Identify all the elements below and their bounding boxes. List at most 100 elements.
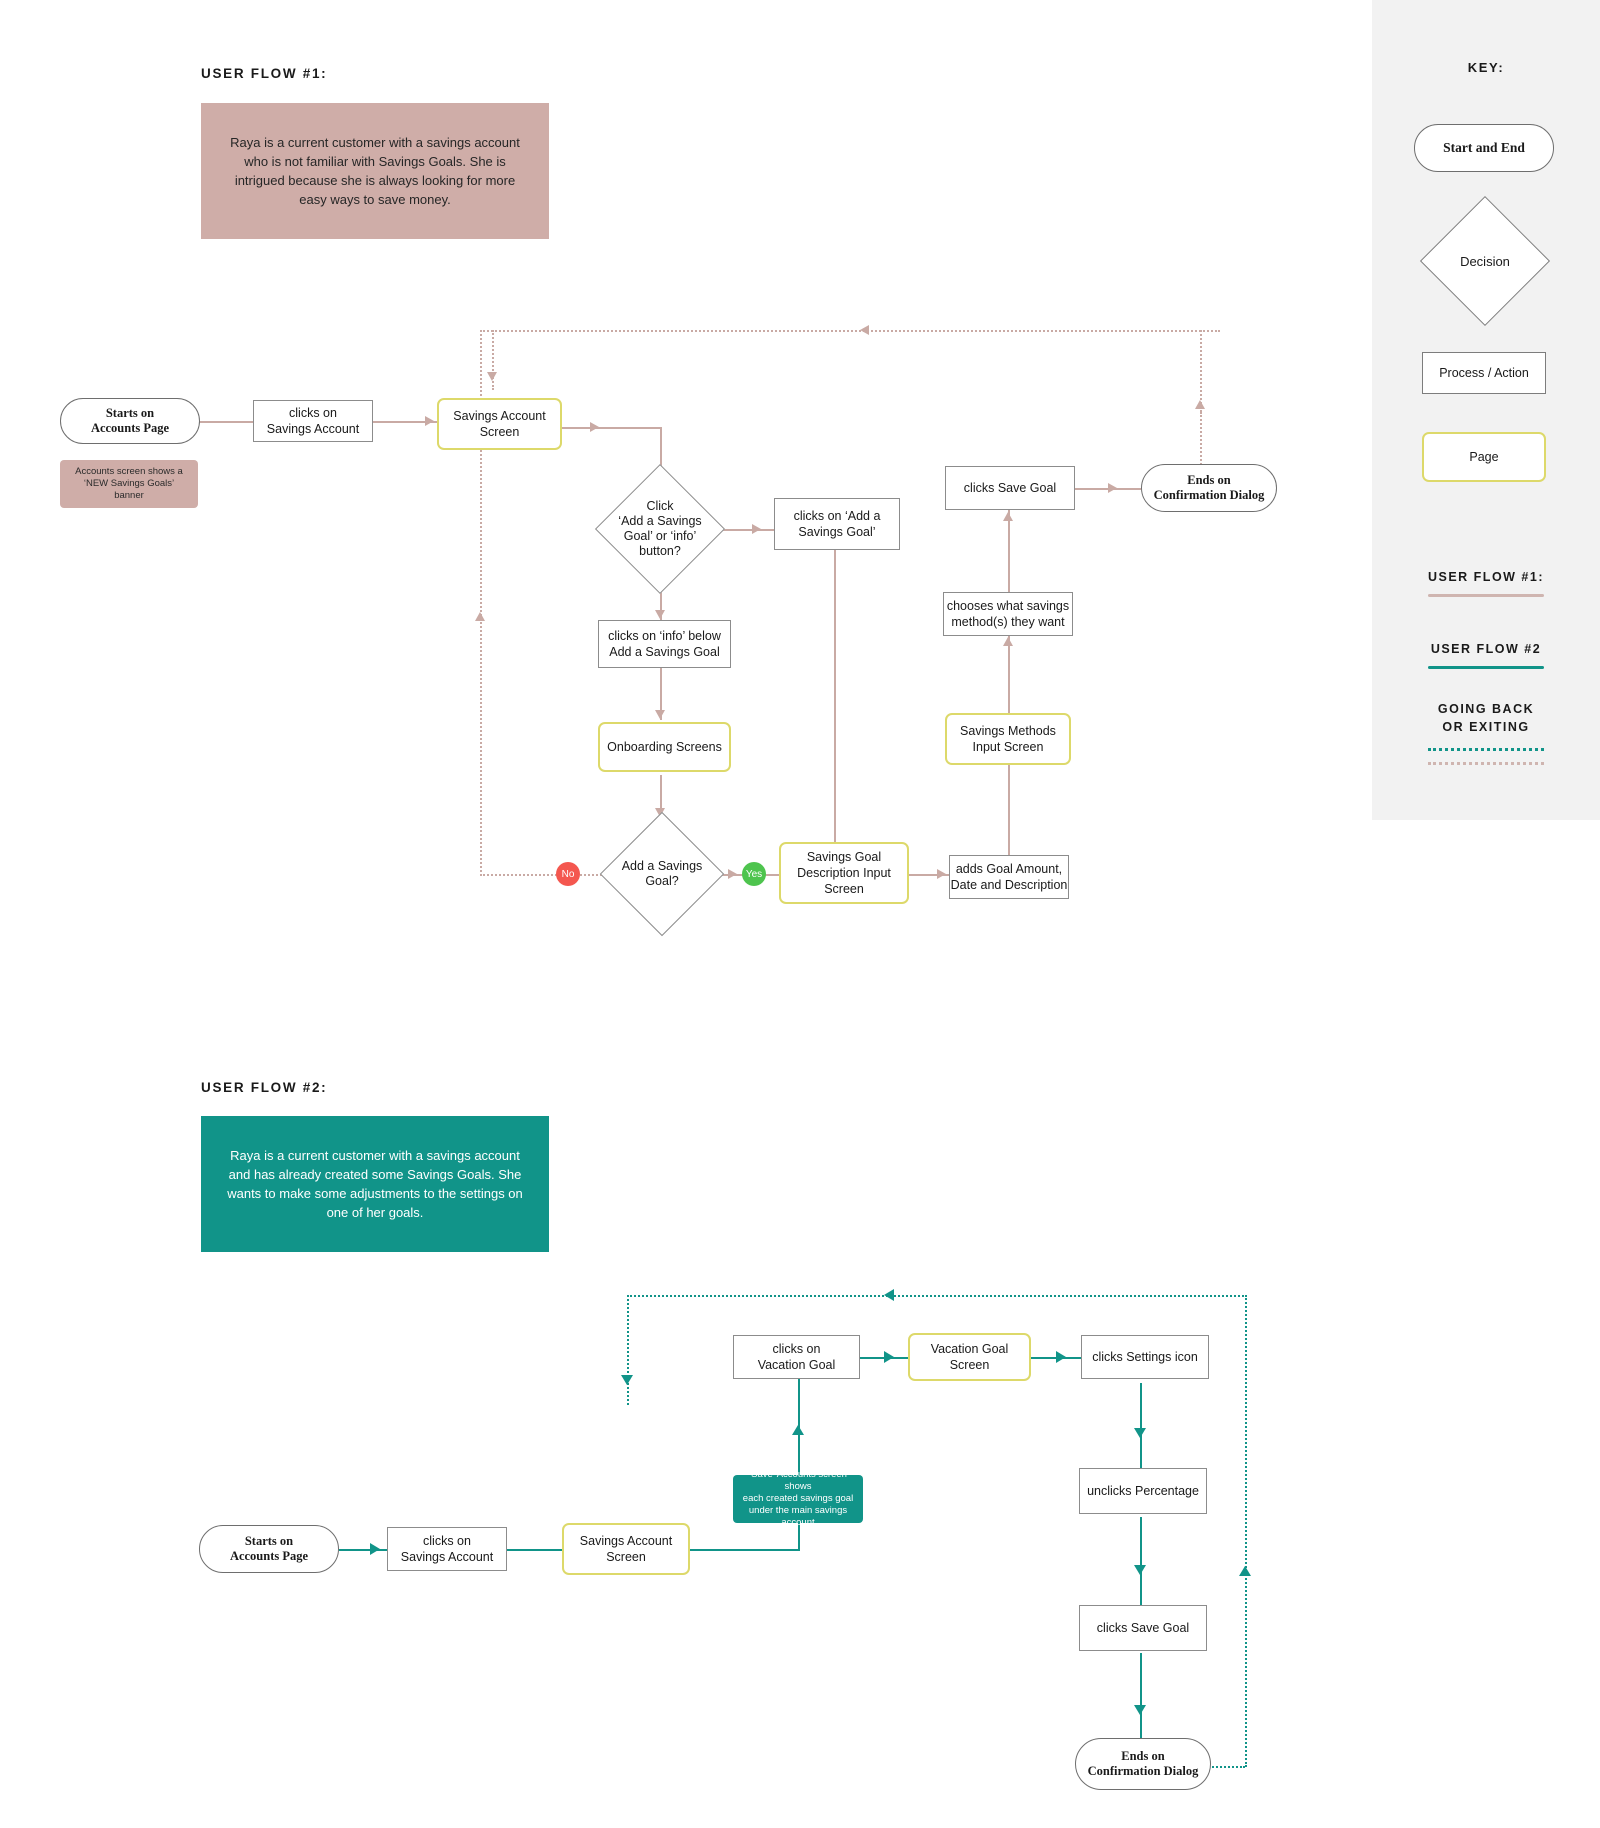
arrow-f1-chooses-up [1003, 512, 1013, 521]
n-f1-dag-l1: Add a Savings [621, 859, 703, 873]
node-f2-vacation-goal-screen[interactable]: Vacation Goal Screen [908, 1333, 1031, 1381]
node-f2-unclicks-percentage[interactable]: unclicks Percentage [1079, 1468, 1207, 1514]
node-f1-savings-methods-screen-text: Savings Methods Input Screen [960, 723, 1056, 755]
node-f1-clicks-save-goal[interactable]: clicks Save Goal [945, 466, 1075, 510]
edge-f1-no-left [480, 874, 557, 876]
node-f1-savings-account-screen[interactable]: Savings Account Screen [437, 398, 562, 450]
key-shape-terminator: Start and End [1414, 124, 1554, 172]
node-f1-clicks-info[interactable]: clicks on ‘info’ below Add a Savings Goa… [598, 620, 731, 668]
node-f2-end[interactable]: Ends on Confirmation Dialog [1075, 1738, 1211, 1790]
n-f2-note-l1: ‘Save’ Accounts screen shows [749, 1469, 847, 1492]
key-shape-process-label: Process / Action [1439, 366, 1529, 380]
n-f1-sms-l1: Savings Methods [960, 724, 1056, 738]
note-f2-save-accounts-text: ‘Save’ Accounts screen shows each create… [739, 1469, 857, 1529]
edge-f1-yes-to-desc [764, 874, 780, 876]
n-f1-gds-l3: Screen [824, 882, 864, 896]
node-f1-clicks-add-goal[interactable]: clicks on ‘Add a Savings Goal’ [774, 498, 900, 550]
arrow-f2-return-up [1239, 1566, 1251, 1576]
arrow-f2-percentage-down [1134, 1565, 1146, 1575]
node-f1-goal-description-screen-text: Savings Goal Description Input Screen [797, 849, 891, 897]
key-shape-terminator-label: Start and End [1443, 140, 1525, 155]
node-f2-clicks-vacation-goal-text: clicks on Vacation Goal [758, 1341, 836, 1373]
node-f2-clicks-save-goal[interactable]: clicks Save Goal [1079, 1605, 1207, 1651]
arrow-f2-screen-settings [1056, 1351, 1066, 1363]
n-f1-sas-l2: Screen [479, 425, 520, 439]
arrow-f1-info-onboarding [655, 710, 665, 719]
edge-f1-addgoal-down [834, 543, 836, 860]
edge-f1-start-to-clicks [199, 421, 253, 423]
key-legend-flow2-rule [1428, 666, 1544, 669]
n-f1-cm-l2: method(s) they want [951, 615, 1065, 629]
node-f2-clicks-settings-icon-text: clicks Settings icon [1092, 1350, 1198, 1364]
key-shape-decision: Decision [1419, 195, 1551, 327]
n-f2-cvg-l1: clicks on [772, 1342, 821, 1356]
arrow-f1-decision2-yes [728, 869, 737, 879]
arrow-f2-return-top [884, 1289, 894, 1301]
note-f1-accounts-banner-text: Accounts screen shows a ‘NEW Savings Goa… [75, 466, 183, 502]
n-f1-dc-l2: ‘Add a Savings [618, 514, 702, 528]
n-f2-sas-l2: Screen [606, 1550, 646, 1564]
key-shape-process: Process / Action [1422, 352, 1546, 394]
node-f1-adds-goal-amount-text: adds Goal Amount, Date and Description [951, 861, 1068, 893]
key-legend-exit-label-line2: OR EXITING [1442, 720, 1530, 734]
arrow-f1-decision-down [655, 610, 665, 619]
node-f1-onboarding-screens[interactable]: Onboarding Screens [598, 722, 731, 772]
flow1-title: USER FLOW #1: [201, 66, 328, 81]
flowchart-canvas: KEY: Start and End Decision Process / Ac… [0, 0, 1600, 1828]
node-f2-clicks-savings-account[interactable]: clicks on Savings Account [387, 1527, 507, 1571]
badge-f1-yes: Yes [742, 862, 766, 886]
key-legend-exit-dots-pink [1428, 762, 1544, 766]
key-legend-flow1-label: USER FLOW #1: [1427, 570, 1545, 584]
key-shape-page-label: Page [1469, 450, 1499, 464]
node-f2-clicks-savings-account-text: clicks on Savings Account [401, 1533, 493, 1565]
n-f1-cag-l1: clicks on ‘Add a [793, 509, 881, 523]
n-f2-csa-l1: clicks on [423, 1534, 471, 1548]
key-legend-flow1-rule [1428, 594, 1544, 597]
node-f1-start-line2: Accounts Page [90, 421, 170, 435]
node-f1-start[interactable]: Starts on Accounts Page [60, 398, 200, 444]
node-f1-end[interactable]: Ends on Confirmation Dialog [1141, 464, 1277, 512]
arrow-f1-no-up [475, 612, 485, 621]
note-f2-save-accounts: ‘Save’ Accounts screen shows each create… [733, 1469, 863, 1528]
n-f2-end-l2: Confirmation Dialog [1087, 1764, 1199, 1778]
node-f2-clicks-settings-icon[interactable]: clicks Settings icon [1081, 1335, 1209, 1379]
arrow-f1-to-screen [425, 416, 434, 426]
node-f1-decision-add-goal[interactable]: Add a Savings Goal? [599, 811, 725, 937]
key-shape-decision-label: Decision [1460, 253, 1510, 269]
arrow-f2-save-down [1134, 1705, 1146, 1715]
node-f2-savings-account-screen-text: Savings Account Screen [580, 1533, 672, 1565]
key-title: KEY: [1467, 60, 1505, 75]
n-f1-cag-l2: Savings Goal’ [798, 525, 876, 539]
n-f1-sms-l2: Input Screen [972, 740, 1044, 754]
n-f1-sas-l1: Savings Account [453, 409, 546, 423]
node-f2-start[interactable]: Starts on Accounts Page [199, 1525, 339, 1573]
edge-f1-top-return [480, 330, 1220, 332]
node-f1-decision-add-goal-text: Add a Savings Goal? [600, 812, 724, 936]
key-legend-flow2-label: USER FLOW #2 [1430, 642, 1542, 656]
n-f2-sas-l1: Savings Account [579, 1534, 673, 1548]
node-f1-start-line1: Starts on [105, 406, 155, 420]
badge-f1-no-text: No [561, 868, 575, 880]
n-f2-note-l3: under the main savings account [748, 1505, 848, 1528]
flow2-persona-box: Raya is a current customer with a saving… [201, 1116, 549, 1252]
n-f1-csa-l2: Savings Account [266, 422, 360, 436]
node-f1-savings-methods-screen[interactable]: Savings Methods Input Screen [945, 713, 1071, 765]
n-f2-s-l2: Accounts Page [229, 1549, 309, 1563]
n-f1-aga-l1: adds Goal Amount, [955, 862, 1063, 876]
node-f1-end-text: Ends on Confirmation Dialog [1154, 473, 1265, 503]
node-f1-adds-goal-amount[interactable]: adds Goal Amount, Date and Description [949, 855, 1069, 899]
node-f2-clicks-save-goal-text: clicks Save Goal [1096, 1621, 1190, 1635]
node-f1-chooses-methods[interactable]: chooses what savings method(s) they want [943, 592, 1073, 636]
node-f1-goal-description-screen[interactable]: Savings Goal Description Input Screen [779, 842, 909, 904]
node-f2-savings-account-screen[interactable]: Savings Account Screen [562, 1523, 690, 1575]
note-f1-accounts-banner: Accounts screen shows a ‘NEW Savings Goa… [60, 460, 198, 508]
node-f1-clicks-savings-account[interactable]: clicks on Savings Account [253, 400, 373, 442]
flow1-persona-box: Raya is a current customer with a saving… [201, 103, 549, 239]
edge-f1-exit-to-end [1200, 412, 1202, 472]
node-f1-decision-click-text: Click ‘Add a Savings Goal’ or ‘info’ but… [590, 464, 730, 594]
node-f2-clicks-vacation-goal[interactable]: clicks on Vacation Goal [733, 1335, 860, 1379]
node-f1-decision-click[interactable]: Click ‘Add a Savings Goal’ or ‘info’ but… [590, 463, 730, 595]
note-f1-line3: banner [114, 490, 144, 501]
note-f1-line2: ‘NEW Savings Goals’ [83, 478, 175, 489]
node-f1-clicks-info-text: clicks on ‘info’ below Add a Savings Goa… [608, 628, 721, 660]
